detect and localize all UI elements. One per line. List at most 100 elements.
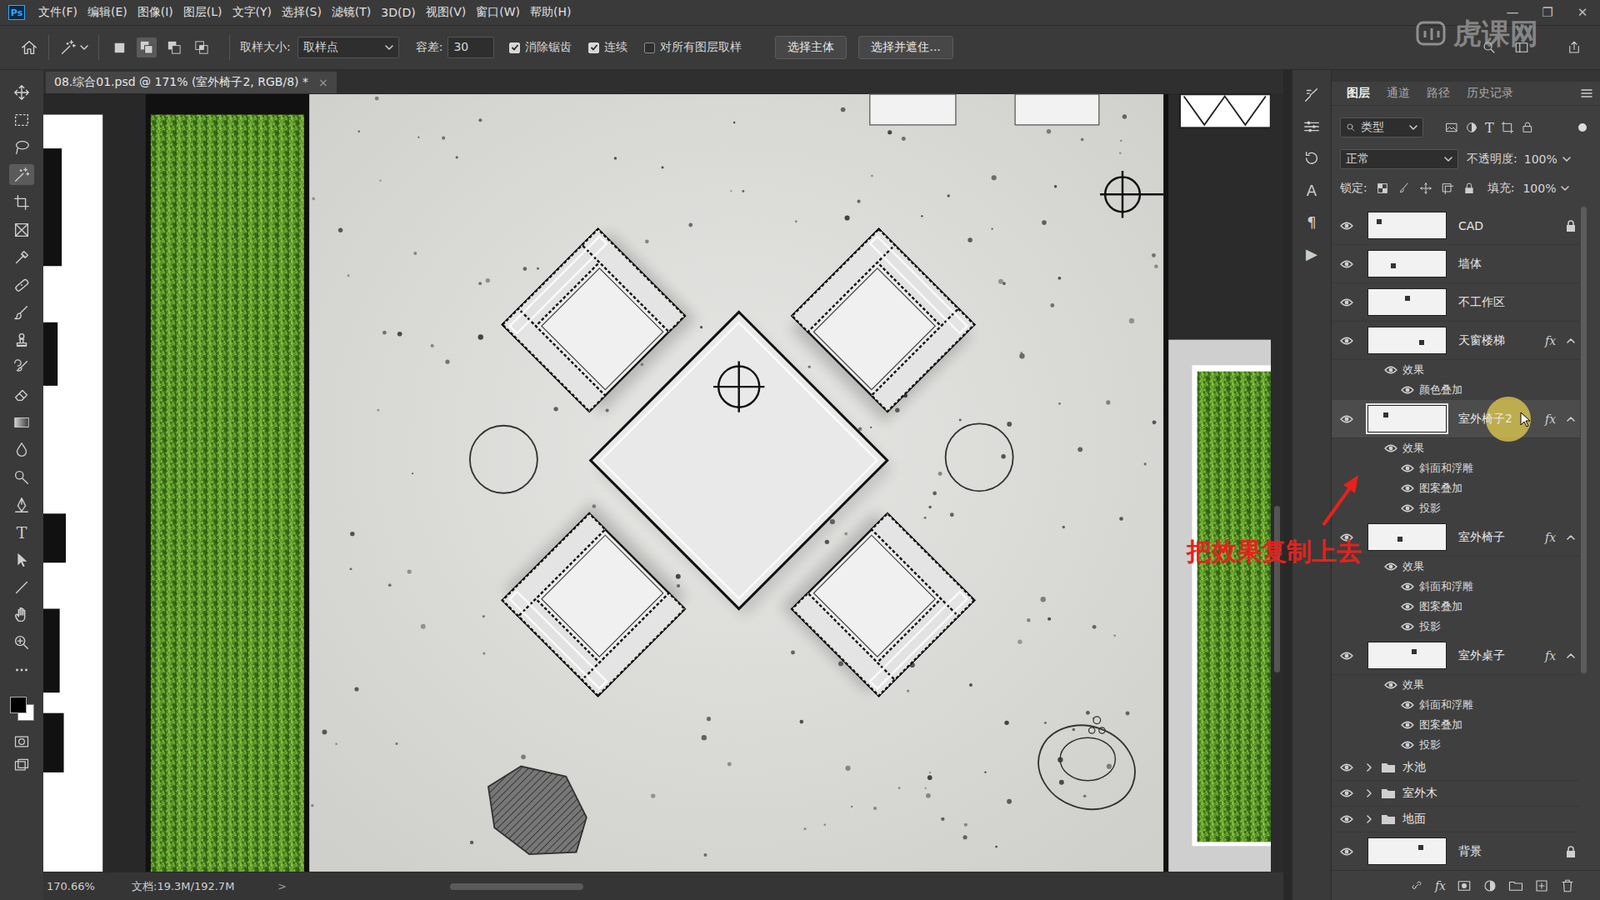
opacity-value[interactable]: 100% xyxy=(1524,152,1558,166)
layer-row[interactable]: 室外桌子fx xyxy=(1331,636,1580,675)
eye-icon[interactable] xyxy=(1400,483,1415,494)
visibility-toggle[interactable] xyxy=(1400,601,1415,612)
tolerance-value[interactable]: 30 xyxy=(453,40,469,54)
fx-badge[interactable]: fx xyxy=(1545,334,1562,348)
screen-mode-icon[interactable] xyxy=(12,756,31,774)
selection-mode-icon[interactable] xyxy=(110,39,128,56)
expand-toggle[interactable] xyxy=(1566,337,1575,345)
visibility-toggle[interactable] xyxy=(1400,503,1415,514)
document-canvas[interactable] xyxy=(43,93,1271,873)
eye-icon[interactable] xyxy=(1400,385,1415,395)
tool-button[interactable]: T xyxy=(9,521,35,543)
tool-button[interactable] xyxy=(9,191,35,213)
tool-icon[interactable] xyxy=(12,550,31,570)
new-group-icon[interactable] xyxy=(1508,878,1524,894)
tool-icon[interactable] xyxy=(12,495,31,515)
tool-icon[interactable] xyxy=(12,660,31,680)
effects-label[interactable]: 效果 xyxy=(1402,559,1425,575)
effect-name[interactable]: 颜色叠加 xyxy=(1419,382,1463,398)
menu-item[interactable]: 窗口(W) xyxy=(470,3,525,22)
eye-icon[interactable] xyxy=(1340,414,1354,425)
menu-item[interactable]: 3D(D) xyxy=(375,4,420,21)
effect-name[interactable]: 图案叠加 xyxy=(1419,480,1463,496)
fx-badge[interactable]: fx xyxy=(1545,530,1562,545)
tool-button[interactable] xyxy=(9,384,35,405)
mask-icon[interactable] xyxy=(1456,878,1472,894)
effect-row[interactable]: 投影 xyxy=(1331,616,1580,637)
link-icon[interactable] xyxy=(1409,879,1425,893)
tool-icon[interactable] xyxy=(12,605,31,625)
visibility-toggle[interactable] xyxy=(1340,335,1354,346)
fx-badge[interactable]: fx xyxy=(1545,649,1562,663)
visibility-toggle[interactable] xyxy=(1400,621,1415,632)
tool-button[interactable] xyxy=(9,466,35,488)
selection-mode-button[interactable] xyxy=(191,37,212,58)
chevron-icon[interactable] xyxy=(1566,415,1575,423)
option-button[interactable]: 选择并遮住... xyxy=(858,35,953,60)
blend-mode-dropdown[interactable]: 正常 xyxy=(1340,149,1459,170)
trash-icon[interactable] xyxy=(1560,878,1575,894)
lock-option-icon[interactable] xyxy=(1375,181,1390,195)
tool-icon[interactable] xyxy=(12,413,31,432)
layer-row[interactable]: 不工作区 xyxy=(1331,283,1580,322)
eye-icon[interactable] xyxy=(1384,365,1398,375)
menu-item[interactable]: 滤镜(T) xyxy=(326,3,376,22)
panel-tab[interactable]: 图层 xyxy=(1340,83,1377,104)
adjustment-icon[interactable] xyxy=(1482,878,1498,894)
scroll-thumb[interactable] xyxy=(450,883,584,890)
chevron-icon[interactable] xyxy=(1566,652,1575,660)
pixel-filter-icon[interactable] xyxy=(1445,120,1459,135)
visibility-toggle[interactable] xyxy=(1384,561,1398,572)
panel-tab[interactable]: 通道 xyxy=(1380,83,1417,104)
effects-row[interactable]: 效果 xyxy=(1331,556,1580,577)
effects-row[interactable]: 效果 xyxy=(1331,360,1580,380)
layer-row[interactable]: 室外椅子2fx xyxy=(1331,400,1580,439)
tool-icon[interactable] xyxy=(12,468,31,487)
layer-thumbnail[interactable] xyxy=(1367,405,1447,433)
layer-group-row[interactable]: 水池 xyxy=(1331,755,1580,781)
home-icon[interactable] xyxy=(20,38,39,57)
tool-icon[interactable] xyxy=(12,110,31,130)
eye-icon[interactable] xyxy=(1340,335,1354,346)
tool-icon[interactable] xyxy=(12,220,31,240)
layer-name[interactable]: CAD xyxy=(1458,219,1562,233)
expand-toggle[interactable] xyxy=(1566,534,1575,541)
effect-name[interactable]: 图案叠加 xyxy=(1419,717,1463,733)
visibility-toggle[interactable] xyxy=(1340,650,1354,661)
effect-name[interactable]: 斜面和浮雕 xyxy=(1419,579,1474,595)
adjustment-filter-icon[interactable] xyxy=(1465,120,1479,135)
checkbox[interactable] xyxy=(509,42,520,54)
tool-button[interactable] xyxy=(9,411,35,433)
tool-icon[interactable] xyxy=(12,303,31,322)
checkbox-option[interactable]: 消除锯齿 xyxy=(509,40,572,55)
visibility-toggle[interactable] xyxy=(1400,483,1415,494)
checkbox-label[interactable]: 连续 xyxy=(604,40,628,55)
tool-button[interactable] xyxy=(9,136,35,158)
visibility-toggle[interactable] xyxy=(1340,814,1354,825)
tool-button[interactable] xyxy=(9,301,35,323)
type-tool[interactable]: T xyxy=(16,523,28,542)
tool-button[interactable] xyxy=(9,164,35,185)
eye-icon[interactable] xyxy=(1400,581,1415,592)
tool-button[interactable] xyxy=(9,631,35,653)
eye-icon[interactable] xyxy=(1340,220,1354,231)
tool-button[interactable] xyxy=(9,494,35,515)
eye-icon[interactable] xyxy=(1384,680,1398,690)
panel-tab[interactable]: 历史记录 xyxy=(1460,83,1520,104)
effect-row[interactable]: 颜色叠加 xyxy=(1331,380,1580,400)
layer-thumbnail[interactable] xyxy=(1367,326,1447,355)
layer-name[interactable]: 室外木 xyxy=(1402,785,1438,801)
tolerance-field[interactable]: 30 xyxy=(447,36,495,59)
menu-item[interactable]: 文字(Y) xyxy=(227,3,277,22)
effect-name[interactable]: 斜面和浮雕 xyxy=(1419,460,1474,476)
layer-thumbnail[interactable] xyxy=(1367,211,1447,240)
chevron-icon[interactable] xyxy=(1566,337,1575,345)
tool-icon[interactable] xyxy=(12,440,31,460)
effect-row[interactable]: 投影 xyxy=(1331,735,1580,755)
tool-icon[interactable] xyxy=(12,83,31,102)
zoom-level[interactable]: 170.66% xyxy=(46,880,132,893)
tool-icon[interactable] xyxy=(12,330,31,350)
new-layer-icon[interactable] xyxy=(1534,878,1550,894)
layer-thumbnail[interactable] xyxy=(1367,250,1447,278)
layer-row[interactable]: 背景 xyxy=(1331,832,1580,870)
